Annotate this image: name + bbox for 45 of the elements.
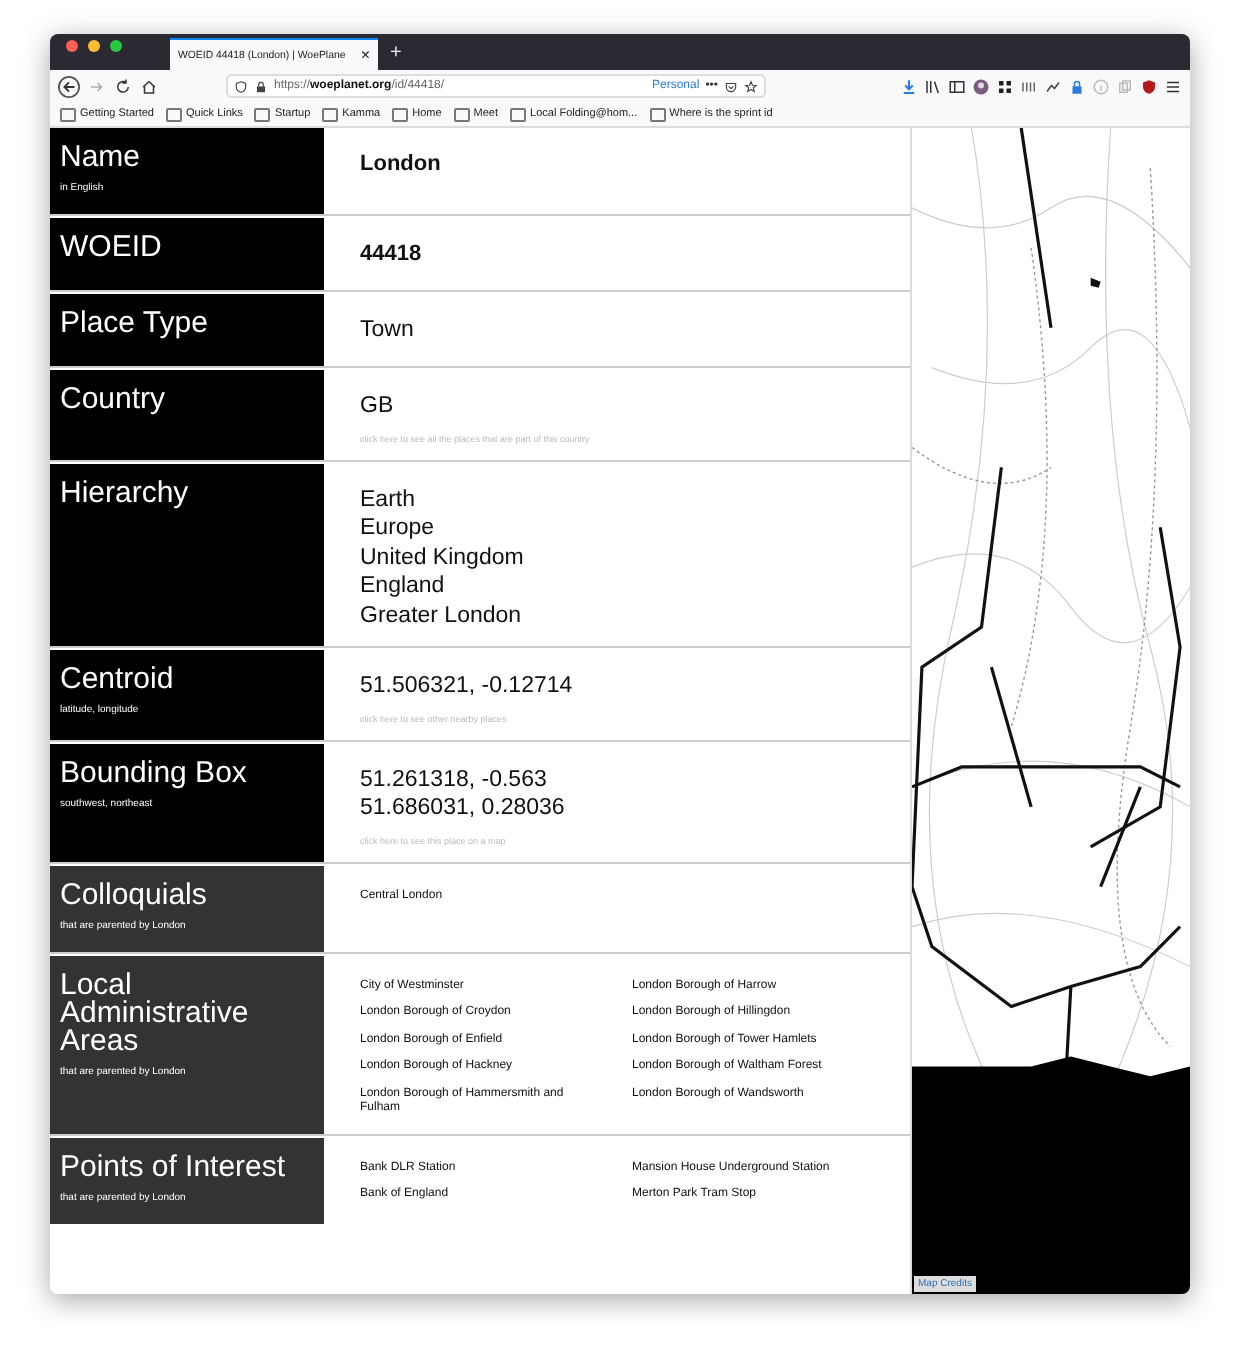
lock-icon (254, 79, 268, 93)
field-value: 51.261318, -0.563 (360, 765, 549, 794)
field-value: Town (360, 316, 416, 345)
field-value: GB (360, 392, 396, 421)
extension-icon[interactable] (1044, 77, 1062, 95)
field-value: Earth (360, 485, 417, 514)
field-value: England (360, 572, 447, 601)
back-icon[interactable] (58, 75, 80, 97)
field-label: Country (60, 386, 168, 414)
field-label: Colloquials (60, 881, 209, 909)
shield-badge-icon[interactable] (1140, 77, 1158, 95)
field-value: Greater London (360, 601, 524, 630)
field-label: WOEID (60, 234, 164, 262)
menu-icon[interactable] (1164, 77, 1182, 95)
field-value: Europe (360, 514, 437, 543)
library-icon[interactable] (924, 77, 942, 95)
padlock-icon[interactable] (1068, 77, 1086, 95)
new-tab-button[interactable]: + (378, 44, 402, 70)
field-label: Place Type (60, 310, 210, 338)
field-label: Hierarchy (60, 479, 191, 507)
home-icon[interactable] (140, 77, 158, 95)
field-label: Centroid (60, 666, 176, 694)
field-value: United Kingdom (360, 543, 526, 572)
download-icon[interactable] (900, 77, 918, 95)
field-label: Points of Interest (60, 1153, 288, 1181)
reload-icon[interactable] (114, 77, 132, 95)
field-label: Local Administrative Areas (60, 971, 251, 1055)
zoom-window-button[interactable] (110, 40, 122, 52)
field-value: 44418 (360, 240, 424, 269)
shield-icon (234, 79, 248, 93)
close-tab-button[interactable]: × (360, 47, 370, 63)
close-window-button[interactable] (66, 40, 78, 52)
minimize-window-button[interactable] (88, 40, 100, 52)
field-value: 51.686031, 0.28036 (360, 794, 567, 823)
lake-shape (1090, 277, 1101, 288)
sidebar-icon[interactable] (948, 77, 966, 95)
grid-icon[interactable] (996, 77, 1014, 95)
field-value: 51.506321, -0.12714 (360, 672, 575, 701)
field-label: Name (60, 144, 143, 172)
field-label: Bounding Box (60, 759, 249, 787)
columns-icon[interactable] (1020, 77, 1038, 95)
star-icon[interactable] (744, 79, 758, 93)
field-value: London (360, 150, 443, 179)
avatar-icon[interactable] (972, 77, 990, 95)
pocket-icon[interactable] (724, 79, 738, 93)
